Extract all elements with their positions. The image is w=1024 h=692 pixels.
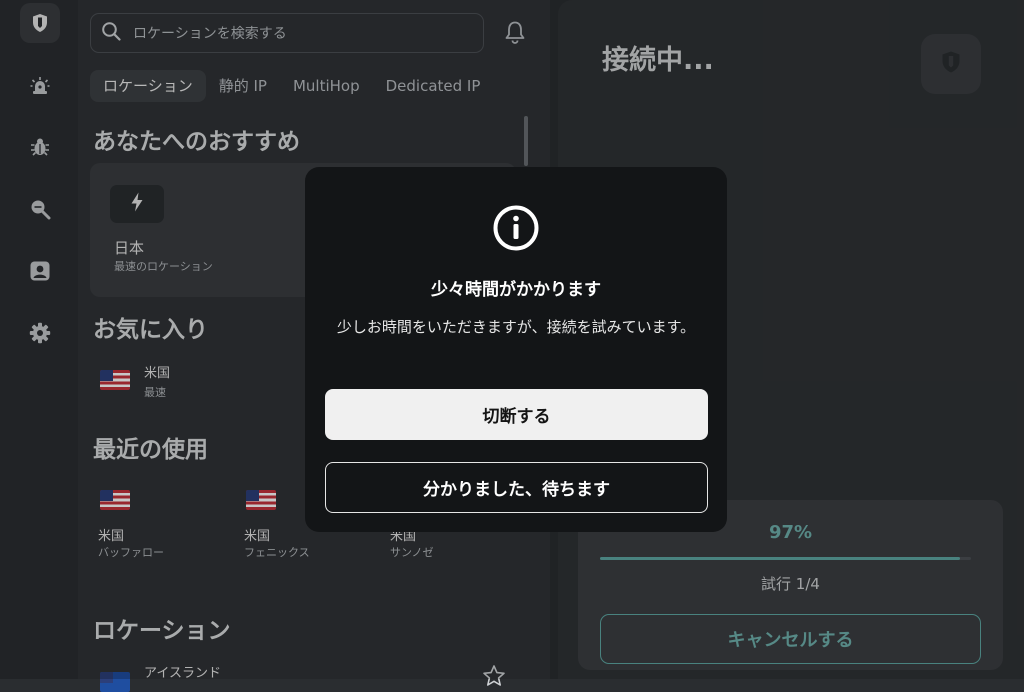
slow-connection-dialog: 少々時間がかかります 少しお時間をいただきますが、接続を試みています。 切断する… [305,167,727,532]
info-icon [493,205,539,255]
dialog-title: 少々時間がかかります [431,280,601,300]
disconnect-button[interactable]: 切断する [325,389,708,440]
wait-button[interactable]: 分かりました、待ちます [325,462,708,513]
dialog-message: 少しお時間をいただきますが、接続を試みています。 [336,318,696,336]
